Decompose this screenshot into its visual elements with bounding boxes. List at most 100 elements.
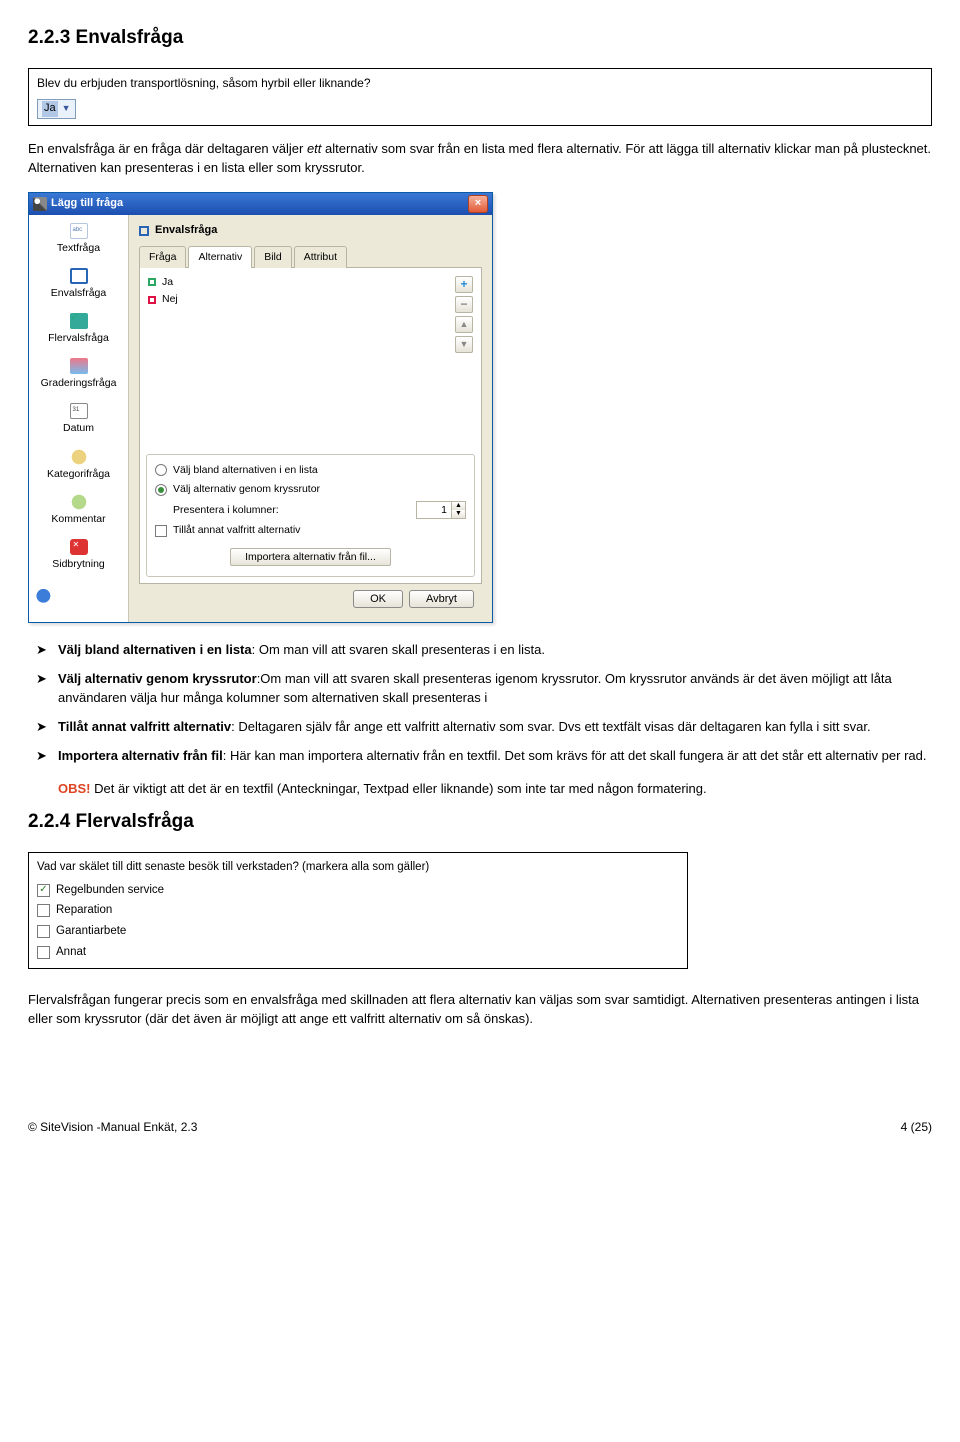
plus-icon: + (460, 276, 467, 293)
sidebar-item-sidbrytning[interactable]: Sidbrytning (29, 535, 128, 580)
dialog-titlebar: Lägg till fråga × (29, 193, 492, 215)
sidebar-label-flervalsfraga: Flervalsfråga (48, 332, 109, 344)
multi-option-row[interactable]: Reparation (37, 900, 679, 921)
radio-checkbox-option[interactable]: Välj alternativ genom kryssrutor (155, 480, 466, 499)
example-single-choice-box: Blev du erbjuden transportlösning, såsom… (28, 68, 932, 126)
dialog-right-header: Envalsfråga (139, 223, 482, 239)
pagebreak-icon (70, 539, 88, 555)
multi-opt-0: Regelbunden service (56, 882, 164, 899)
flervalsfraga-paragraph: Flervalsfrågan fungerar precis som en en… (28, 991, 932, 1029)
bullet-bold-1: Välj bland alternativen i en lista (58, 642, 252, 657)
sidebar-label-envalsfraga: Envalsfråga (51, 287, 106, 299)
section-heading-flervalsfraga: 2.2.4 Flervalsfråga (28, 808, 932, 836)
options-description-list: Välj bland alternativen i en lista: Om m… (36, 641, 932, 765)
tab-bild[interactable]: Bild (254, 246, 292, 268)
dialog-right-title: Envalsfråga (155, 223, 217, 239)
sidebar-item-envalsfraga[interactable]: Envalsfråga (29, 264, 128, 309)
add-button[interactable]: + (455, 276, 473, 293)
multi-opt-2: Garantiarbete (56, 923, 126, 940)
bullet-text-3: : Deltagaren själv får ange ett valfritt… (231, 719, 870, 734)
red-square-icon (148, 296, 156, 304)
columns-spinner[interactable]: 1 ▲▼ (416, 501, 466, 519)
alt-label-ja: Ja (162, 275, 173, 290)
dialog-sidebar: Textfråga Envalsfråga Flervalsfråga Grad… (29, 215, 129, 623)
tab-fraga[interactable]: Fråga (139, 246, 186, 268)
bullet-text-1: : Om man vill att svaren skall presenter… (252, 642, 545, 657)
remove-button[interactable]: − (455, 296, 473, 313)
add-question-dialog: Lägg till fråga × Textfråga Envalsfråga … (28, 192, 493, 624)
multi-option-row[interactable]: Garantiarbete (37, 921, 679, 942)
multi-question-text: Vad var skälet till ditt senaste besök t… (37, 859, 679, 876)
sidebar-item-datum[interactable]: Datum (29, 399, 128, 444)
example-dropdown[interactable]: Ja ▼ (37, 99, 76, 119)
intro-pre: En envalsfråga är en fråga där deltagare… (28, 141, 307, 156)
intro-ital: ett (307, 141, 321, 156)
import-from-file-button[interactable]: Importera alternativ från fil... (230, 548, 391, 566)
list-item[interactable]: Ja (146, 274, 475, 291)
example-question-text: Blev du erbjuden transportlösning, såsom… (37, 75, 923, 92)
intro-paragraph: En envalsfråga är en fråga där deltagare… (28, 140, 932, 178)
bullet-text-4: : Här kan man importera alternativ från … (223, 748, 927, 763)
move-up-button[interactable]: ▲ (455, 316, 473, 333)
bullet-valj-lista: Välj bland alternativen i en lista: Om m… (36, 641, 932, 660)
sidebar-label-kommentar: Kommentar (51, 513, 105, 525)
bullet-importera: Importera alternativ från fil: Här kan m… (36, 747, 932, 766)
bullet-tillat-annat: Tillåt annat valfritt alternativ: Deltag… (36, 718, 932, 737)
allow-other-checkbox-row[interactable]: Tillåt annat valfritt alternativ (155, 521, 466, 540)
sidebar-label-textfraga: Textfråga (57, 242, 100, 254)
dialog-tab-row: Fråga Alternativ Bild Attribut (139, 245, 482, 268)
spinner-up-icon[interactable]: ▲ (451, 502, 465, 510)
radio-icon (155, 464, 167, 476)
sidebar-label-graderingsfraga: Graderingsfråga (41, 377, 117, 389)
arrow-up-icon: ▲ (460, 318, 469, 331)
single-choice-icon (70, 268, 88, 284)
columns-spinner-label: Presentera i kolumner: (173, 503, 279, 518)
section-heading-envalsfraga: 2.2.3 Envalsfråga (28, 24, 932, 52)
tab-attribut[interactable]: Attribut (294, 246, 347, 268)
sidebar-label-sidbrytning: Sidbrytning (52, 558, 105, 570)
alternatives-list[interactable]: Ja Nej + − ▲ ▼ (146, 274, 475, 446)
ok-button[interactable]: OK (353, 590, 403, 608)
rating-icon (70, 358, 88, 374)
hand-icon (33, 586, 59, 609)
green-square-icon (148, 278, 156, 286)
obs-text: Det är viktigt att det är en textfil (An… (91, 781, 707, 796)
close-icon[interactable]: × (468, 195, 488, 213)
checkbox-checked-icon: ✓ (37, 884, 50, 897)
sidebar-item-flervalsfraga[interactable]: Flervalsfråga (29, 309, 128, 354)
sidebar-label-datum: Datum (63, 422, 94, 434)
sidebar-item-kommentar[interactable]: Kommentar (29, 490, 128, 535)
checkbox-icon (155, 525, 167, 537)
radio-list-option[interactable]: Välj bland alternativen i en lista (155, 461, 466, 480)
bullet-bold-4: Importera alternativ från fil (58, 748, 223, 763)
sidebar-item-textfraga[interactable]: Textfråga (29, 219, 128, 264)
multi-option-row[interactable]: Annat (37, 942, 679, 963)
bullet-valj-kryssrutor: Välj alternativ genom kryssrutor:Om man … (36, 670, 932, 708)
bullet-bold-3: Tillåt annat valfritt alternativ (58, 719, 231, 734)
list-item[interactable]: Nej (146, 291, 475, 308)
checkbox-icon (37, 904, 50, 917)
presentation-option-group: Välj bland alternativen i en lista Välj … (146, 454, 475, 578)
columns-spinner-value: 1 (417, 503, 451, 518)
sidebar-item-graderingsfraga[interactable]: Graderingsfråga (29, 354, 128, 399)
footer-right: 4 (25) (901, 1119, 932, 1136)
tab-alternativ[interactable]: Alternativ (188, 246, 252, 268)
minus-icon: − (460, 296, 467, 313)
move-down-button[interactable]: ▼ (455, 336, 473, 353)
tab-content-alternativ: Ja Nej + − ▲ ▼ Välj bland alternativen i… (139, 268, 482, 585)
checkbox-icon (37, 925, 50, 938)
multi-option-row[interactable]: ✓ Regelbunden service (37, 880, 679, 901)
multi-opt-3: Annat (56, 944, 86, 961)
dialog-footer: OK Avbryt (139, 584, 482, 614)
radio-list-label: Välj bland alternativen i en lista (173, 463, 318, 478)
sidebar-item-kategorifraga[interactable]: Kategorifråga (29, 445, 128, 490)
obs-label: OBS! (58, 781, 91, 796)
checkbox-icon (37, 946, 50, 959)
example-dropdown-value: Ja (42, 101, 58, 117)
multi-opt-1: Reparation (56, 902, 112, 919)
bullet-bold-2: Välj alternativ genom kryssrutor (58, 671, 257, 686)
spinner-down-icon[interactable]: ▼ (451, 510, 465, 518)
radio-selected-icon (155, 484, 167, 496)
cancel-button[interactable]: Avbryt (409, 590, 474, 608)
comment-icon (70, 494, 88, 510)
